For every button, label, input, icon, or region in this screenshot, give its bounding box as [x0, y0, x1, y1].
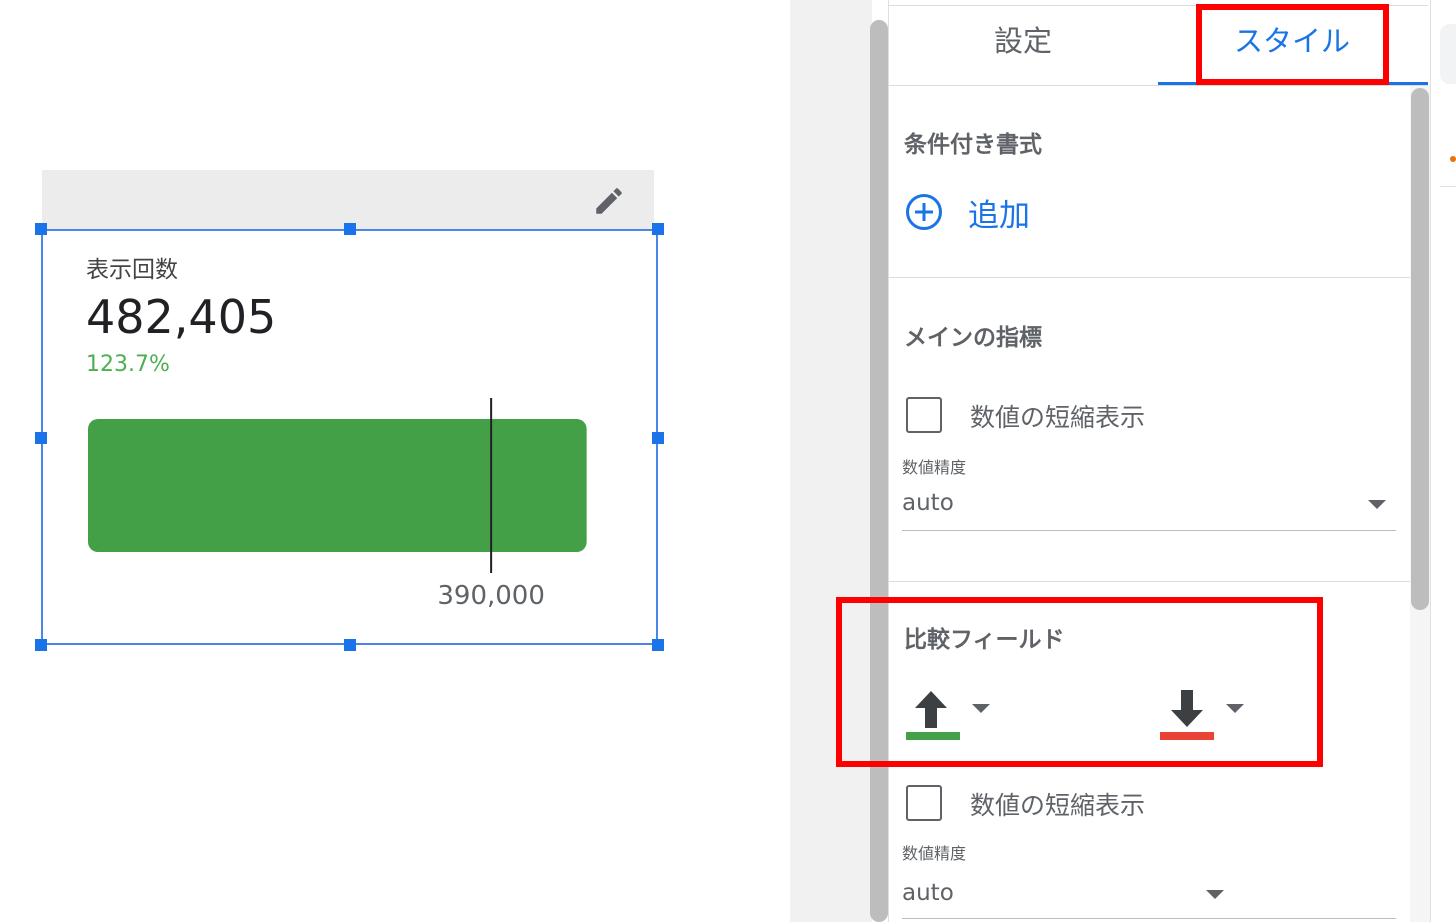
tabs-bottom-divider — [888, 85, 1428, 86]
main-metric-title: メインの指標 — [904, 325, 1042, 351]
comparison-precision-select[interactable]: auto — [902, 880, 954, 906]
comparison-precision-underline — [902, 918, 1396, 919]
conditional-format-title: 条件付き書式 — [904, 132, 1042, 158]
canvas-margin — [790, 0, 872, 922]
resize-handle-bottom-right[interactable] — [652, 639, 664, 651]
data-panel-indicator — [1450, 156, 1456, 162]
main-compact-numbers-checkbox[interactable] — [906, 397, 942, 433]
panel-scrollbar-thumb[interactable] — [1411, 88, 1429, 610]
arrow-up-icon — [914, 688, 948, 728]
data-panel-collapsed-card[interactable] — [1440, 24, 1456, 84]
bullet-chart: 390,000 — [88, 398, 587, 611]
chart-header-bar[interactable] — [42, 170, 654, 230]
negative-color-picker[interactable] — [1158, 686, 1258, 742]
chevron-down-icon[interactable] — [1368, 500, 1386, 509]
metric-value: 482,405 — [86, 290, 277, 344]
data-panel-divider — [1440, 186, 1456, 187]
add-conditional-format-label[interactable]: 追加 — [968, 190, 1030, 235]
positive-color-swatch — [906, 732, 960, 740]
bullet-bar — [88, 419, 587, 552]
add-circle-icon — [904, 192, 944, 232]
resize-handle-right[interactable] — [652, 432, 664, 444]
comparison-value: 123.7% — [86, 352, 170, 377]
comparison-compact-numbers-label: 数値の短縮表示 — [970, 791, 1146, 820]
comparison-precision-label: 数値精度 — [902, 844, 967, 863]
comparison-field-title: 比較フィールド — [904, 627, 1065, 653]
negative-color-swatch — [1160, 732, 1214, 740]
chevron-down-icon — [972, 704, 990, 713]
canvas-scrollbar[interactable] — [870, 20, 888, 922]
resize-handle-left[interactable] — [35, 432, 47, 444]
resize-handle-bottom-left[interactable] — [35, 639, 47, 651]
tab-setup[interactable]: 設定 — [994, 18, 1052, 60]
arrow-down-icon — [1170, 690, 1204, 730]
chevron-down-icon — [1226, 704, 1244, 713]
resize-handle-top[interactable] — [344, 223, 356, 235]
target-label: 390,000 — [437, 581, 545, 611]
chevron-down-icon[interactable] — [1206, 890, 1224, 899]
main-precision-underline — [902, 530, 1396, 531]
comparison-compact-numbers-checkbox[interactable] — [906, 785, 942, 821]
section-divider — [888, 277, 1410, 278]
section-divider — [888, 581, 1410, 582]
positive-color-picker[interactable] — [904, 686, 1004, 742]
data-panel-edge — [1430, 0, 1456, 922]
resize-handle-bottom[interactable] — [344, 639, 356, 651]
resize-handle-top-left[interactable] — [35, 223, 47, 235]
tabs-top-divider — [888, 5, 1428, 6]
pencil-icon[interactable] — [592, 184, 626, 218]
main-compact-numbers-label: 数値の短縮表示 — [970, 403, 1146, 432]
main-precision-label: 数値精度 — [902, 458, 967, 477]
main-precision-select[interactable]: auto — [902, 490, 954, 516]
resize-handle-top-right[interactable] — [652, 223, 664, 235]
tab-style[interactable]: スタイル — [1234, 18, 1350, 60]
metric-label: 表示回数 — [86, 257, 178, 283]
